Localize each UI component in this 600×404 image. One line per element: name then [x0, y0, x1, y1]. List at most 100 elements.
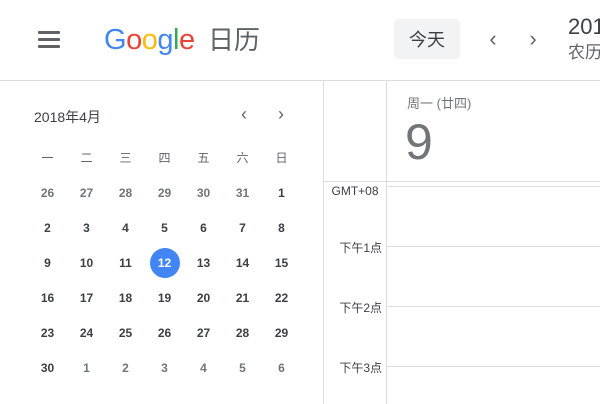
hour-label: 下午1点 — [339, 241, 382, 255]
day-column-header[interactable]: 周一 (廿四) 9 — [387, 81, 600, 181]
day-number-label: 28 — [118, 186, 133, 200]
mini-calendar-day[interactable]: 28 — [106, 183, 145, 203]
mini-calendar-day[interactable]: 29 — [262, 323, 301, 343]
timezone-label: GMT+08 — [331, 184, 379, 198]
day-number-label: 3 — [83, 221, 90, 235]
day-number-label: 11 — [119, 256, 132, 270]
day-number-label: 24 — [79, 326, 94, 340]
mini-calendar-day[interactable]: 23 — [28, 323, 67, 343]
day-number[interactable]: 9 — [405, 113, 433, 171]
mini-calendar-title: 2018年4月 — [34, 109, 101, 125]
mini-calendar-day[interactable]: 19 — [145, 288, 184, 308]
day-number-label: 19 — [157, 291, 172, 305]
mini-calendar-day[interactable]: 16 — [28, 288, 67, 308]
mini-calendar-day[interactable]: 4 — [184, 358, 223, 378]
mini-calendar-day[interactable]: 27 — [184, 323, 223, 343]
day-number-label: 31 — [235, 186, 250, 200]
day-of-week-label: 周一 (廿四) — [407, 96, 472, 111]
weekday-label: 三 — [119, 151, 132, 165]
app-header: Google 日历 今天 ‹ › 201 农历 — [0, 0, 600, 81]
day-number-label: 5 — [161, 221, 168, 235]
weekday-label: 六 — [236, 151, 249, 165]
mini-calendar-day[interactable]: 26 — [28, 183, 67, 203]
day-number-label: 22 — [274, 291, 289, 305]
day-number-label: 2 — [122, 361, 129, 375]
mini-calendar-day[interactable]: 25 — [106, 323, 145, 343]
day-number-label: 30 — [40, 361, 55, 375]
mini-calendar-day[interactable]: 18 — [106, 288, 145, 308]
mini-calendar-day[interactable]: 4 — [106, 218, 145, 238]
week-row: 23 24 25 26 27 28 29 — [28, 323, 301, 343]
mini-calendar-day[interactable]: 26 — [145, 323, 184, 343]
chevron-left-icon: ‹ — [241, 103, 247, 124]
mini-calendar-day[interactable]: 21 — [223, 288, 262, 308]
mini-calendar-day[interactable]: 5 — [223, 358, 262, 378]
mini-calendar-day[interactable]: 9 — [28, 253, 67, 273]
next-period-button[interactable]: › — [518, 24, 548, 54]
mini-calendar-day[interactable]: 20 — [184, 288, 223, 308]
hour-grid-line — [387, 366, 600, 367]
day-number-label: 7 — [239, 221, 246, 235]
mini-calendar-day[interactable]: 1 — [262, 183, 301, 203]
mini-calendar-grid: 一二三四五六日 26 27 28 29 30 31 1 2 3 4 5 6 7 8 9 10 11 12 13 14 1… — [28, 148, 301, 378]
mini-calendar-day[interactable]: 6 — [262, 358, 301, 378]
mini-calendar-day[interactable]: 11 — [106, 253, 145, 273]
week-row: 30 1 2 3 4 5 6 — [28, 358, 301, 378]
mini-calendar-day[interactable]: 2 — [28, 218, 67, 238]
main-menu-button[interactable] — [28, 18, 70, 60]
mini-calendar-day[interactable]: 30 — [28, 358, 67, 378]
weekday-label: 日 — [275, 151, 288, 165]
day-number-label: 6 — [278, 361, 285, 375]
logo-letter: g — [157, 24, 173, 56]
day-number-label: 5 — [239, 361, 246, 375]
previous-period-button[interactable]: ‹ — [478, 24, 508, 54]
day-number-label: 12 — [157, 256, 172, 270]
mini-calendar-day[interactable]: 1 — [67, 358, 106, 378]
mini-calendar-day[interactable]: 28 — [223, 323, 262, 343]
mini-calendar-day[interactable]: 14 — [223, 253, 262, 273]
mini-calendar-day[interactable]: 6 — [184, 218, 223, 238]
mini-calendar-day[interactable]: 17 — [67, 288, 106, 308]
day-number-label: 10 — [79, 256, 94, 270]
weekday-header-row: 一二三四五六日 — [28, 148, 301, 168]
day-number-label: 15 — [274, 256, 289, 270]
lunar-date-title: 农历 — [568, 43, 600, 62]
day-number-label: 13 — [196, 256, 211, 270]
selected-day[interactable]: 12 — [145, 248, 184, 278]
mini-calendar-day[interactable]: 27 — [67, 183, 106, 203]
day-number-label: 1 — [278, 186, 285, 200]
chevron-right-icon: › — [278, 103, 284, 124]
mini-calendar-day[interactable]: 8 — [262, 218, 301, 238]
day-number-label: 21 — [235, 291, 250, 305]
mini-calendar-day[interactable]: 3 — [145, 358, 184, 378]
mini-calendar-day[interactable]: 24 — [67, 323, 106, 343]
chevron-right-icon: › — [529, 26, 537, 51]
mini-calendar-day[interactable]: 30 — [184, 183, 223, 203]
mini-calendar-day[interactable]: 10 — [67, 253, 106, 273]
day-number-label: 4 — [122, 221, 129, 235]
google-logo[interactable]: Google — [104, 22, 195, 58]
mini-calendar-weeks: 26 27 28 29 30 31 1 2 3 4 5 6 7 8 9 10 11 12 13 14 15 16 17 18 1… — [28, 183, 301, 378]
week-row: 16 17 18 19 20 21 22 — [28, 288, 301, 308]
mini-calendar-day[interactable]: 2 — [106, 358, 145, 378]
hour-label: 下午3点 — [339, 361, 382, 375]
day-number-label: 2 — [44, 221, 51, 235]
today-button[interactable]: 今天 — [394, 19, 460, 59]
mini-calendar-day[interactable]: 7 — [223, 218, 262, 238]
mini-calendar-day[interactable]: 29 — [145, 183, 184, 203]
mini-calendar-day[interactable]: 15 — [262, 253, 301, 273]
week-row: 26 27 28 29 30 31 1 — [28, 183, 301, 203]
day-number-label: 20 — [196, 291, 211, 305]
mini-calendar-day[interactable]: 5 — [145, 218, 184, 238]
hamburger-icon — [38, 31, 60, 48]
mini-calendar-next-button[interactable]: › — [270, 103, 292, 125]
mini-calendar-day[interactable]: 13 — [184, 253, 223, 273]
mini-calendar-day[interactable]: 22 — [262, 288, 301, 308]
mini-calendar-prev-button[interactable]: ‹ — [233, 103, 255, 125]
all-day-divider — [324, 181, 600, 182]
hour-label: 下午2点 — [339, 301, 382, 315]
mini-calendar-day[interactable]: 31 — [223, 183, 262, 203]
logo-letter: o — [126, 24, 142, 56]
day-number-label: 25 — [118, 326, 133, 340]
mini-calendar-day[interactable]: 3 — [67, 218, 106, 238]
